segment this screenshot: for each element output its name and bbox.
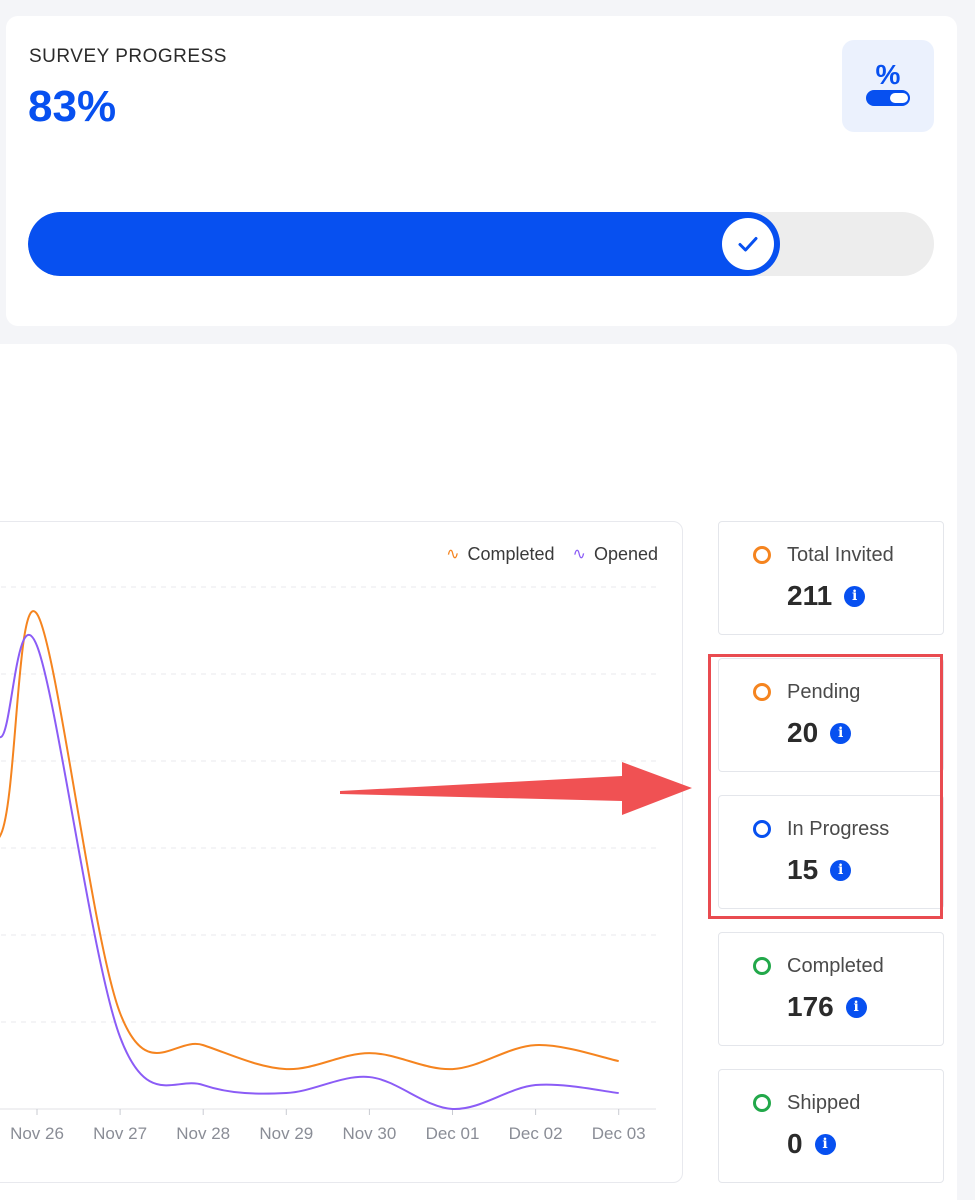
percent-toggle-icon: % [866, 59, 910, 106]
survey-progress-value: 83% [28, 82, 117, 131]
x-tick-label: Nov 30 [342, 1124, 396, 1143]
info-icon[interactable]: i [814, 1133, 836, 1155]
stat-label: Shipped [787, 1092, 861, 1114]
x-tick-label: Dec 01 [426, 1124, 480, 1143]
status-dot [753, 957, 771, 975]
info-icon[interactable]: i [844, 585, 866, 607]
stat-label: Completed [787, 955, 884, 977]
series-line-completed [0, 610, 619, 1071]
x-tick-label: Nov 28 [176, 1124, 230, 1143]
responses-chart-panel: ∿ Completed ∿ Opened Nov 26 Nov 27 Nov 28 N… [0, 521, 683, 1183]
progress-knob [722, 218, 774, 270]
stat-label: Total Invited [787, 544, 894, 566]
x-tick-label: Nov 27 [93, 1124, 147, 1143]
survey-progress-card: SURVEY PROGRESS 83% % [6, 16, 957, 326]
status-dot [753, 546, 771, 564]
stat-card-shipped: Shipped 0 i [718, 1069, 944, 1183]
stat-value-row: 176 i [787, 991, 867, 1023]
stat-card-total-invited: Total Invited 211 i [718, 521, 944, 635]
stat-value: 0 [787, 1128, 803, 1159]
status-dot [753, 1094, 771, 1112]
x-tick-label: Nov 26 [10, 1124, 64, 1143]
check-icon [738, 237, 758, 252]
svg-text:%: % [876, 59, 901, 90]
stat-value: 176 [787, 991, 834, 1022]
stat-value-row: 211 i [787, 580, 866, 612]
stat-value: 211 [787, 580, 833, 611]
x-tick-label: Dec 02 [509, 1124, 563, 1143]
stat-value-row: 0 i [787, 1128, 836, 1160]
stat-card-completed: Completed 176 i [718, 932, 944, 1046]
line-chart: Nov 26 Nov 27 Nov 28 Nov 29 Nov 30 Dec 01 Dec … [0, 586, 656, 1143]
highlight-box [708, 654, 943, 919]
x-tick-label: Nov 29 [259, 1124, 313, 1143]
survey-progress-title: SURVEY PROGRESS [29, 46, 227, 67]
series-line-opened [0, 634, 619, 1111]
x-tick-label: Dec 03 [592, 1124, 646, 1143]
info-icon[interactable]: i [845, 996, 867, 1018]
survey-progress-bar [28, 212, 934, 276]
percent-badge: % [842, 40, 934, 132]
survey-progress-fill [28, 212, 780, 276]
